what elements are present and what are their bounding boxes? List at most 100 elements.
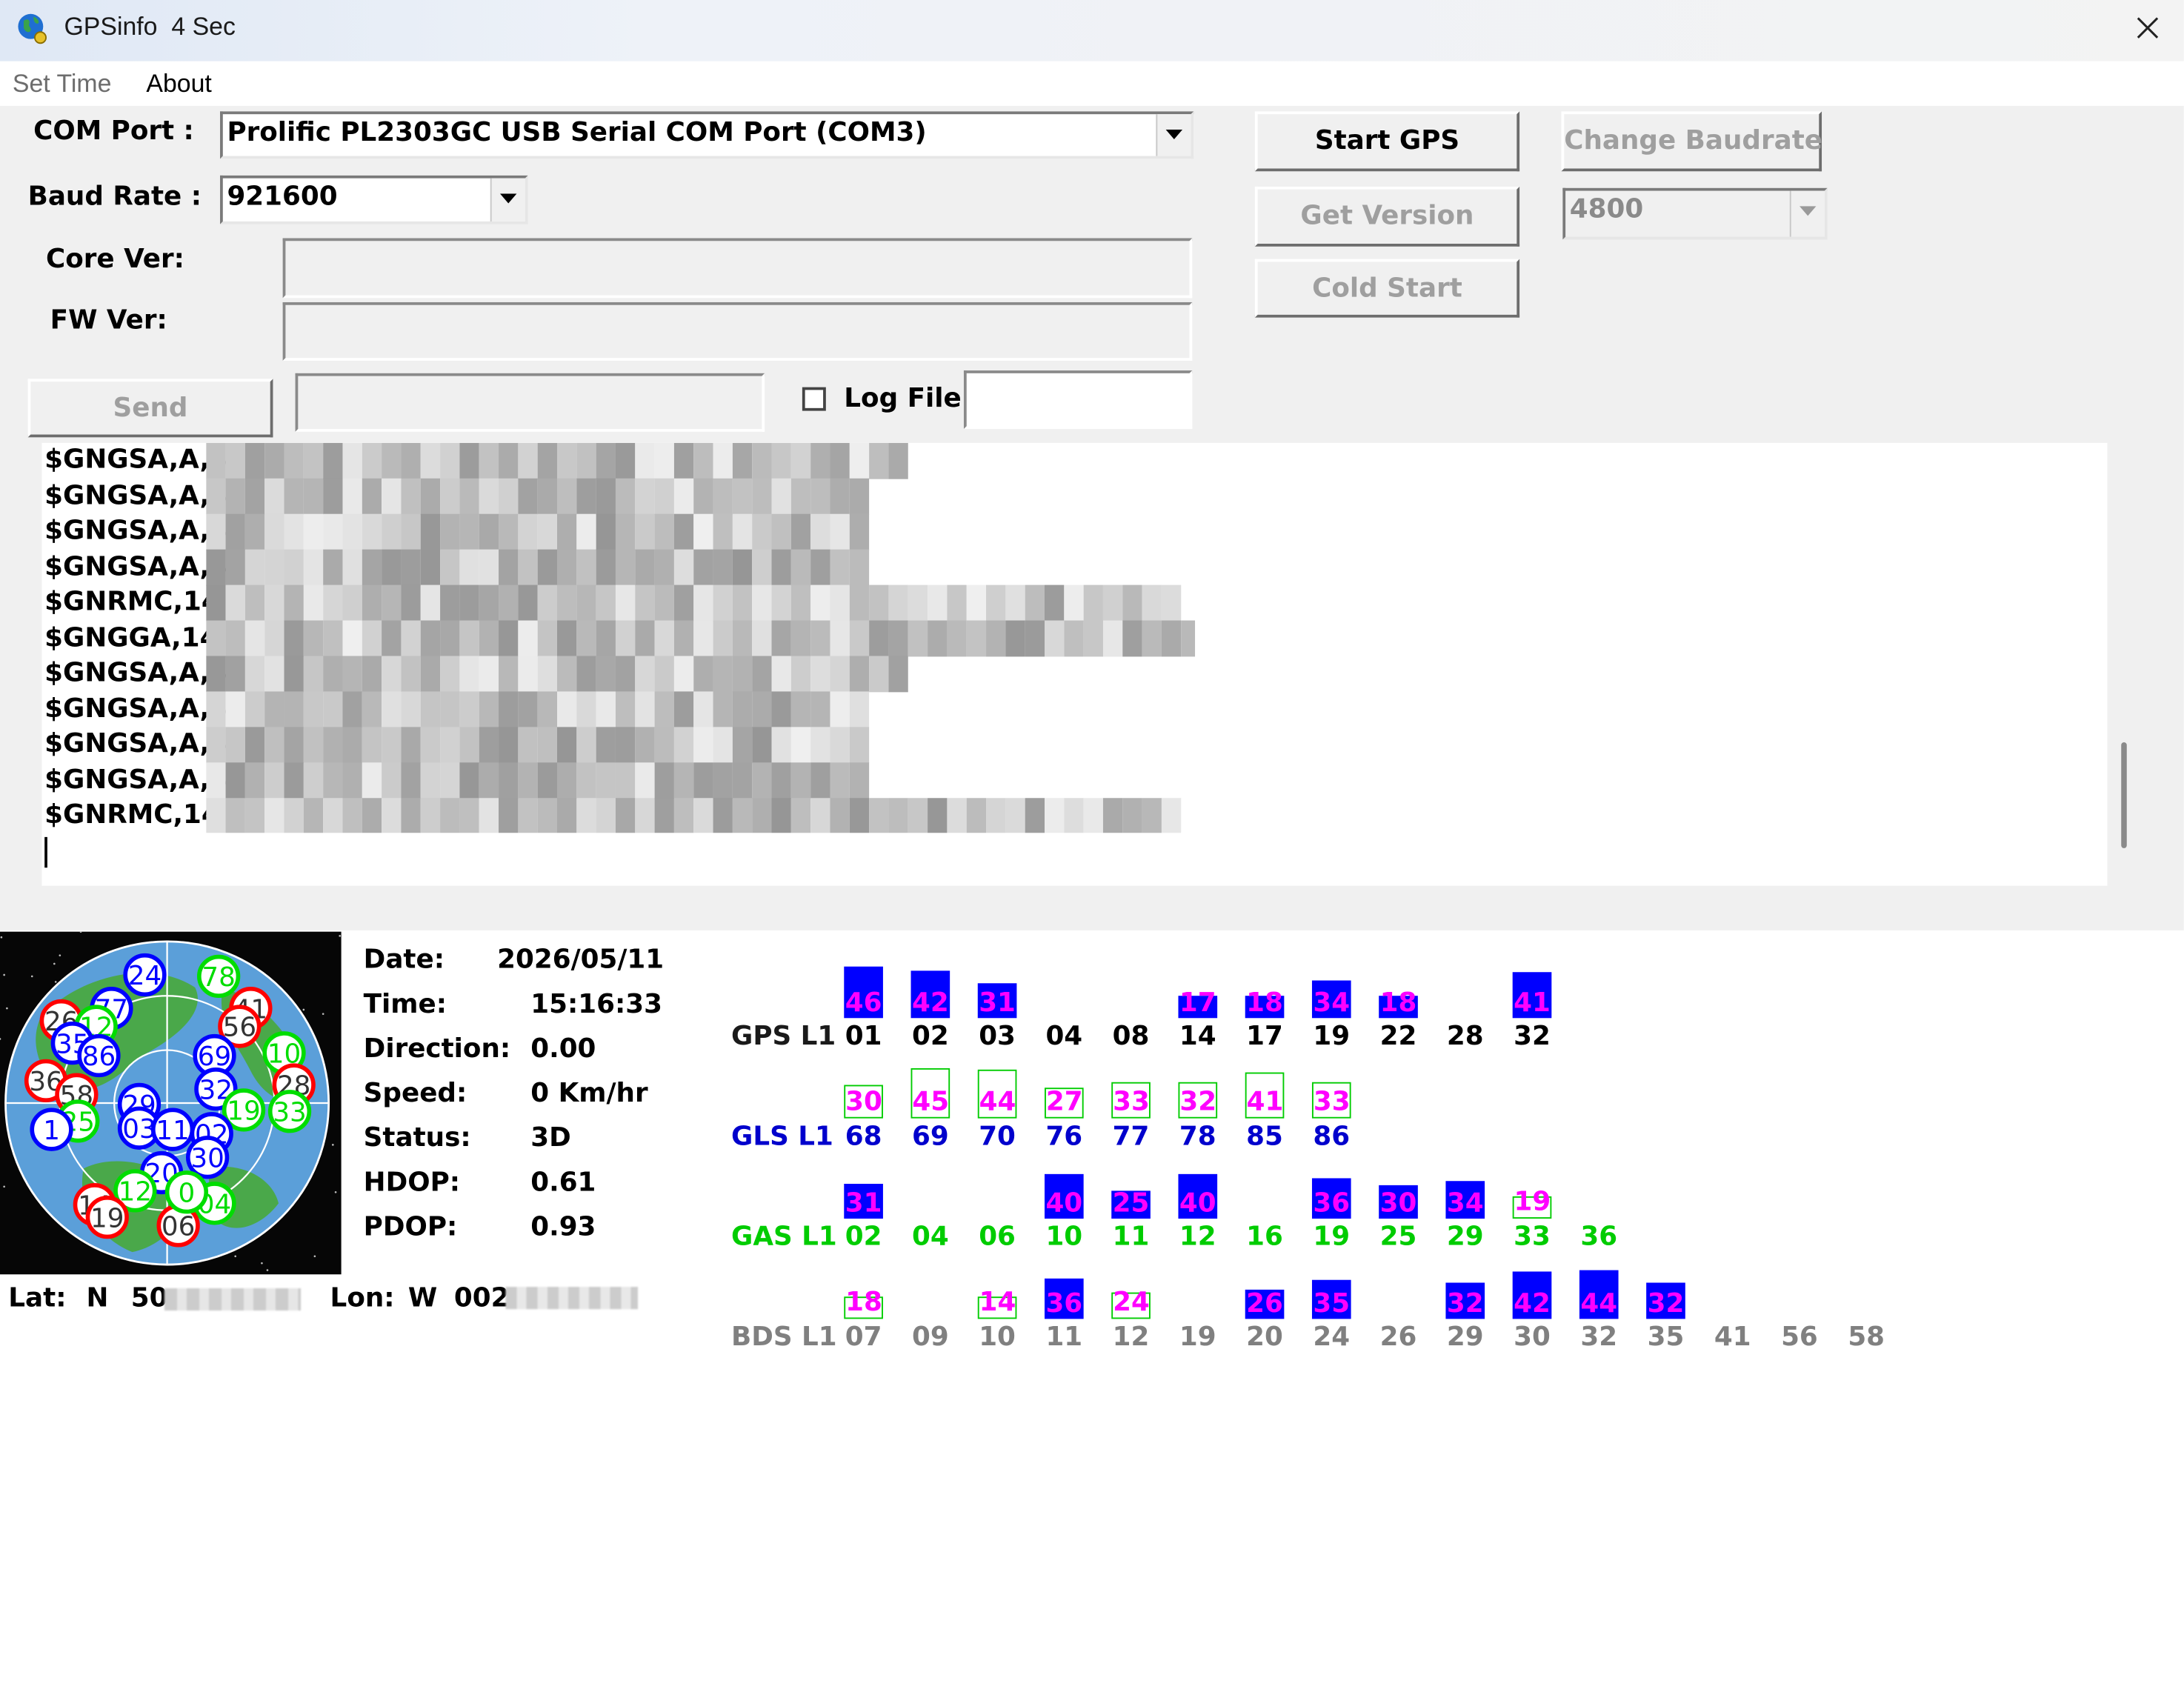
snr-bar: 19 <box>1512 1187 1552 1219</box>
snr-value: 14 <box>979 1287 1016 1318</box>
svg-text:19: 19 <box>227 1096 260 1127</box>
baud-rate-dropdown[interactable] <box>490 178 525 222</box>
speed-label: Speed: <box>363 1078 467 1109</box>
longitude-value: 002 <box>453 1282 510 1313</box>
sky-satellite-marker: 30 <box>185 1136 230 1179</box>
longitude-redacted <box>505 1287 639 1310</box>
satellite-prn: 25 <box>1379 1221 1417 1253</box>
satellite-prn: 06 <box>979 1221 1016 1253</box>
sky-satellite-marker: 86 <box>77 1033 121 1078</box>
send-command-input[interactable] <box>295 373 765 432</box>
nmea-log-line: $GNRMC,14 <box>44 586 220 617</box>
get-version-button[interactable]: Get Version <box>1254 186 1520 247</box>
direction-value: 0.00 <box>530 1033 596 1065</box>
satellite-prn: 29 <box>1446 1221 1484 1253</box>
satellite-prn: 04 <box>911 1221 949 1253</box>
snr-value: 41 <box>1246 1086 1284 1117</box>
change-baud-value: 4800 <box>1569 193 1644 224</box>
log-file-label: Log File <box>844 383 962 414</box>
satellite-prn: 77 <box>1112 1121 1150 1152</box>
satellite-prn: 32 <box>1514 1021 1551 1052</box>
satellite-prn: 41 <box>1714 1322 1751 1353</box>
start-gps-button[interactable]: Start GPS <box>1254 111 1520 172</box>
snr-value: 34 <box>1313 987 1351 1019</box>
satellite-prn: 19 <box>1313 1221 1351 1253</box>
time-label: Time: <box>363 988 447 1020</box>
cold-start-button[interactable]: Cold Start <box>1254 259 1520 318</box>
snr-value: 24 <box>1113 1287 1150 1318</box>
nmea-log-line: $GNGSA,A,3 <box>44 515 228 546</box>
log-file-input[interactable] <box>963 370 1193 430</box>
svg-text:69: 69 <box>198 1042 231 1072</box>
direction-label: Direction: <box>363 1033 511 1065</box>
sky-satellite-marker: 19 <box>85 1195 129 1239</box>
latitude-label: Lat: <box>8 1282 67 1313</box>
svg-text:06: 06 <box>162 1212 195 1242</box>
change-baud-dropdown[interactable] <box>1789 190 1825 237</box>
snr-value: 34 <box>1446 1188 1484 1219</box>
snr-bar: 18 <box>844 1287 883 1319</box>
snr-value: 44 <box>1580 1288 1618 1319</box>
pdop-value: 0.93 <box>530 1211 596 1242</box>
satellite-prn: 30 <box>1514 1322 1551 1353</box>
satellite-prn: 11 <box>1112 1221 1150 1253</box>
snr-value: 36 <box>1313 1188 1351 1219</box>
baud-rate-select[interactable]: 921600 <box>220 175 528 224</box>
baud-rate-label: Baud Rate : <box>27 181 202 212</box>
log-file-checkbox[interactable] <box>802 387 826 411</box>
core-ver-field <box>282 238 1193 299</box>
core-ver-label: Core Ver: <box>46 244 184 275</box>
snr-bar: 41 <box>1245 1072 1285 1119</box>
satellite-prn: 11 <box>1045 1322 1083 1353</box>
pdop-label: PDOP: <box>363 1211 458 1242</box>
satellite-prn: 70 <box>979 1121 1016 1152</box>
satellite-prn: 20 <box>1246 1322 1283 1353</box>
menu-about[interactable]: About <box>146 70 211 99</box>
snr-bar: 36 <box>1311 1178 1351 1219</box>
longitude-hemisphere: W <box>407 1282 438 1313</box>
svg-text:11: 11 <box>156 1116 189 1146</box>
com-port-dropdown[interactable] <box>1156 114 1191 156</box>
satellite-prn: 68 <box>845 1121 882 1152</box>
sky-satellite-marker: 0 <box>164 1170 209 1214</box>
change-baud-select[interactable]: 4800 <box>1562 187 1828 240</box>
time-value: 15:16:33 <box>530 988 662 1020</box>
text-cursor <box>44 836 47 868</box>
snr-value: 32 <box>1446 1288 1484 1319</box>
snr-bar: 44 <box>977 1069 1017 1119</box>
nmea-log-line: $GNGGA,14 <box>44 622 219 653</box>
satellite-prn: 33 <box>1514 1221 1551 1253</box>
snr-bar: 26 <box>1245 1288 1285 1319</box>
snr-bar: 32 <box>1178 1082 1218 1119</box>
snr-bar: 14 <box>977 1287 1017 1319</box>
menu-set-time[interactable]: Set Time <box>13 70 112 99</box>
satellite-prn: 86 <box>1313 1121 1351 1152</box>
title-bar <box>0 0 2184 61</box>
snr-bar: 42 <box>1512 1271 1552 1319</box>
snr-bar: 24 <box>1111 1287 1151 1319</box>
date-label: Date: <box>363 944 445 975</box>
satellite-prn: 10 <box>979 1322 1016 1353</box>
snr-bar: 25 <box>1111 1188 1151 1219</box>
snr-value: 44 <box>979 1086 1016 1117</box>
snr-value: 30 <box>1379 1188 1417 1219</box>
snr-value: 18 <box>1246 987 1283 1019</box>
satellite-prn: 02 <box>911 1021 949 1052</box>
com-port-select[interactable]: Prolific PL2303GC USB Serial COM Port (C… <box>220 111 1194 159</box>
snr-value: 31 <box>979 987 1016 1019</box>
snr-bar: 44 <box>1579 1270 1619 1319</box>
snr-value: 19 <box>1514 1186 1551 1218</box>
close-icon[interactable] <box>2131 11 2164 44</box>
snr-bar: 31 <box>977 983 1017 1019</box>
snr-bar: 33 <box>1111 1082 1151 1119</box>
snr-value: 33 <box>1113 1086 1150 1117</box>
nmea-log-line: $GNGSA,A,3 <box>44 657 228 688</box>
menu-bar <box>0 61 2184 106</box>
nmea-log-line: $GNGSA,A,3 <box>44 479 228 511</box>
window-title: GPSinfo 4 Sec <box>64 12 236 41</box>
send-button[interactable]: Send <box>27 379 273 438</box>
change-baudrate-button[interactable]: Change Baudrate <box>1561 111 1822 172</box>
snr-value: 32 <box>1179 1086 1217 1117</box>
log-scrollbar[interactable] <box>2121 742 2127 848</box>
satellite-prn: 35 <box>1647 1322 1685 1353</box>
